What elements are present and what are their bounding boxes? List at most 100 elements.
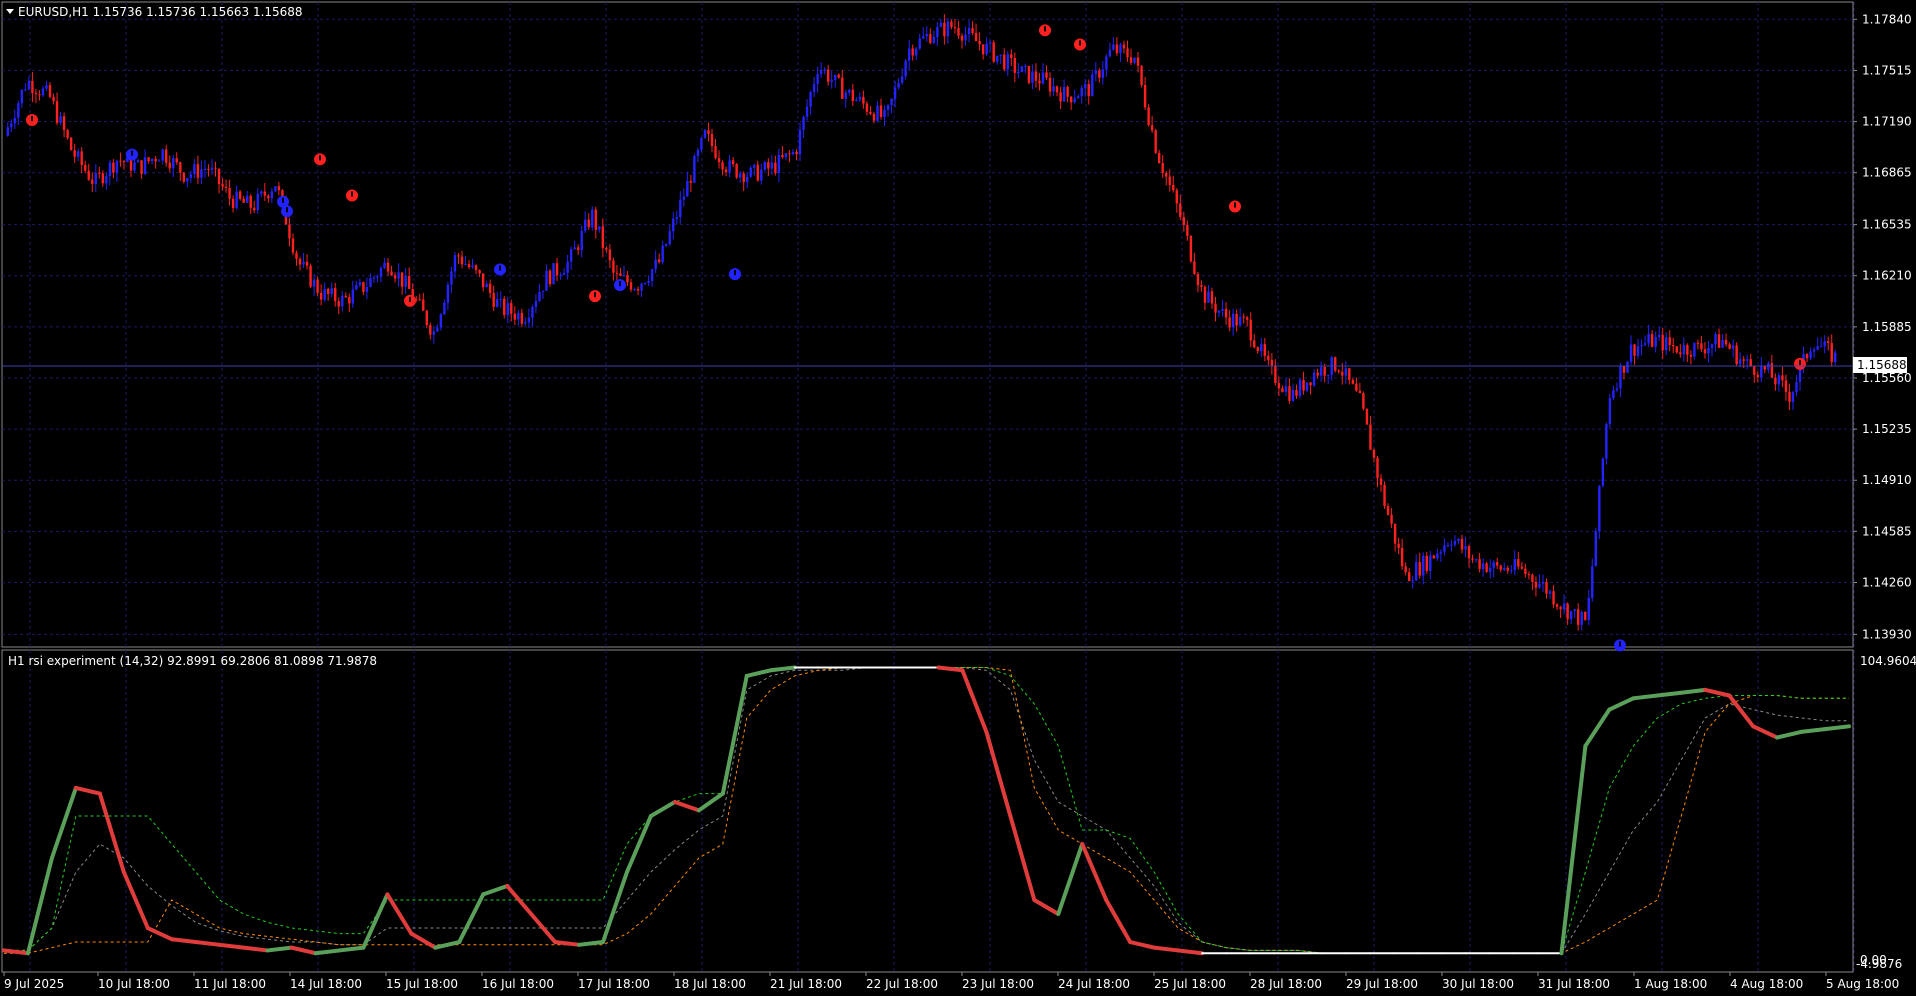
- candle-body: [1615, 388, 1619, 391]
- candle-body: [643, 283, 647, 285]
- candle-body: [379, 268, 383, 277]
- candle-body: [728, 160, 731, 173]
- candle-body: [686, 180, 689, 197]
- candle-body: [1006, 54, 1009, 70]
- signal-mark: [499, 265, 501, 271]
- candle-body: [1760, 365, 1763, 378]
- candle-body: [816, 73, 819, 84]
- symbol-header[interactable]: EURUSD,H1 1.15736 1.15736 1.15663 1.1568…: [6, 5, 303, 19]
- candle-body: [439, 314, 443, 328]
- candle-body: [1020, 66, 1024, 72]
- candle-body: [1746, 359, 1749, 361]
- candle-body: [1041, 72, 1045, 84]
- candle-body: [1372, 449, 1376, 458]
- candle-body: [407, 276, 411, 289]
- candle-body: [1738, 359, 1742, 365]
- candle-body: [457, 255, 460, 257]
- rsi-green-signal-line: [4, 667, 1849, 954]
- candle-body: [774, 162, 777, 173]
- candle-body: [1334, 357, 1337, 371]
- candle-body: [619, 273, 622, 276]
- candle-body: [383, 262, 386, 269]
- candle-body: [1291, 389, 1295, 401]
- candle-body: [348, 297, 351, 304]
- candle-body: [1510, 570, 1513, 572]
- candle-body: [172, 158, 175, 169]
- candle-body: [393, 275, 397, 279]
- trading-chart[interactable]: 1.17840 1.17515 1.17190 1.16865 1.16535 1.162…: [0, 0, 1916, 996]
- candle-body: [633, 289, 636, 291]
- rsi-segment: [217, 942, 246, 950]
- candle-body: [1263, 344, 1267, 356]
- collapse-triangle-icon[interactable]: [6, 9, 14, 14]
- candle-body: [422, 299, 425, 311]
- candle-body: [770, 162, 774, 169]
- candle-body: [855, 99, 858, 101]
- candle-body: [1650, 334, 1654, 347]
- candle-body: [1055, 86, 1059, 93]
- candle-body: [260, 191, 263, 194]
- signal-mark: [619, 281, 621, 287]
- rsi-segment: [433, 940, 462, 950]
- candle-body: [1503, 567, 1506, 570]
- candle-body: [1527, 574, 1531, 576]
- candle-body: [1749, 359, 1752, 367]
- candle-body: [267, 195, 270, 199]
- rsi-segment: [720, 673, 749, 796]
- candle-body: [1573, 609, 1576, 612]
- candle-body: [154, 158, 157, 162]
- candle-body: [1101, 69, 1105, 78]
- candle-body: [703, 130, 707, 138]
- candle-body: [270, 191, 274, 199]
- candle-body: [48, 85, 52, 97]
- candle-body: [1633, 344, 1636, 356]
- candle-body: [66, 130, 69, 138]
- time-label: 9 Jul 2025: [4, 977, 64, 991]
- candle-body: [1724, 339, 1728, 345]
- candle-body: [122, 161, 126, 163]
- candle-body: [746, 176, 749, 183]
- candle-body: [721, 162, 724, 170]
- candle-body: [1696, 342, 1700, 344]
- candle-body: [781, 154, 784, 158]
- symbol-header-text: EURUSD,H1 1.15736 1.15736 1.15663 1.1568…: [18, 5, 303, 19]
- rsi-segment: [337, 945, 366, 953]
- candle-body: [1027, 65, 1031, 83]
- candle-body: [763, 162, 767, 170]
- candle-body: [1640, 344, 1643, 347]
- candle-body: [731, 160, 735, 165]
- candle-body: [545, 270, 548, 291]
- candle-body: [1260, 344, 1263, 352]
- candle-body: [527, 317, 531, 323]
- candle-body: [1545, 582, 1548, 594]
- candle-body: [682, 196, 686, 200]
- candle-body: [256, 193, 259, 211]
- candle-body: [179, 162, 182, 173]
- rsi-segment: [601, 869, 629, 945]
- candle-body: [1499, 565, 1502, 570]
- rsi-segment: [241, 945, 270, 953]
- candle-body: [1189, 236, 1193, 262]
- time-label: 31 Jul 18:00: [1538, 977, 1610, 991]
- candle-body: [316, 279, 319, 293]
- rsi-segment: [1128, 940, 1157, 950]
- candle-body: [1675, 346, 1678, 353]
- price-level-label: 1.17190: [1862, 115, 1912, 129]
- time-label: 24 Jul 18:00: [1058, 977, 1130, 991]
- candle-body: [1464, 546, 1467, 550]
- candle-body: [235, 191, 238, 209]
- candle-body: [1657, 334, 1661, 337]
- candle-body: [953, 27, 957, 29]
- candle-body: [812, 83, 816, 93]
- candle-body: [1594, 531, 1598, 567]
- candle-body: [492, 292, 495, 307]
- candle-body: [626, 275, 629, 283]
- time-label: 17 Jul 18:00: [578, 977, 650, 991]
- candle-body: [1210, 291, 1214, 304]
- candle-body: [1193, 261, 1196, 274]
- candle-body: [115, 160, 119, 173]
- candle-body: [925, 34, 928, 37]
- candle-body: [531, 307, 534, 318]
- candle-body: [1714, 334, 1717, 345]
- candle-body: [1270, 359, 1274, 366]
